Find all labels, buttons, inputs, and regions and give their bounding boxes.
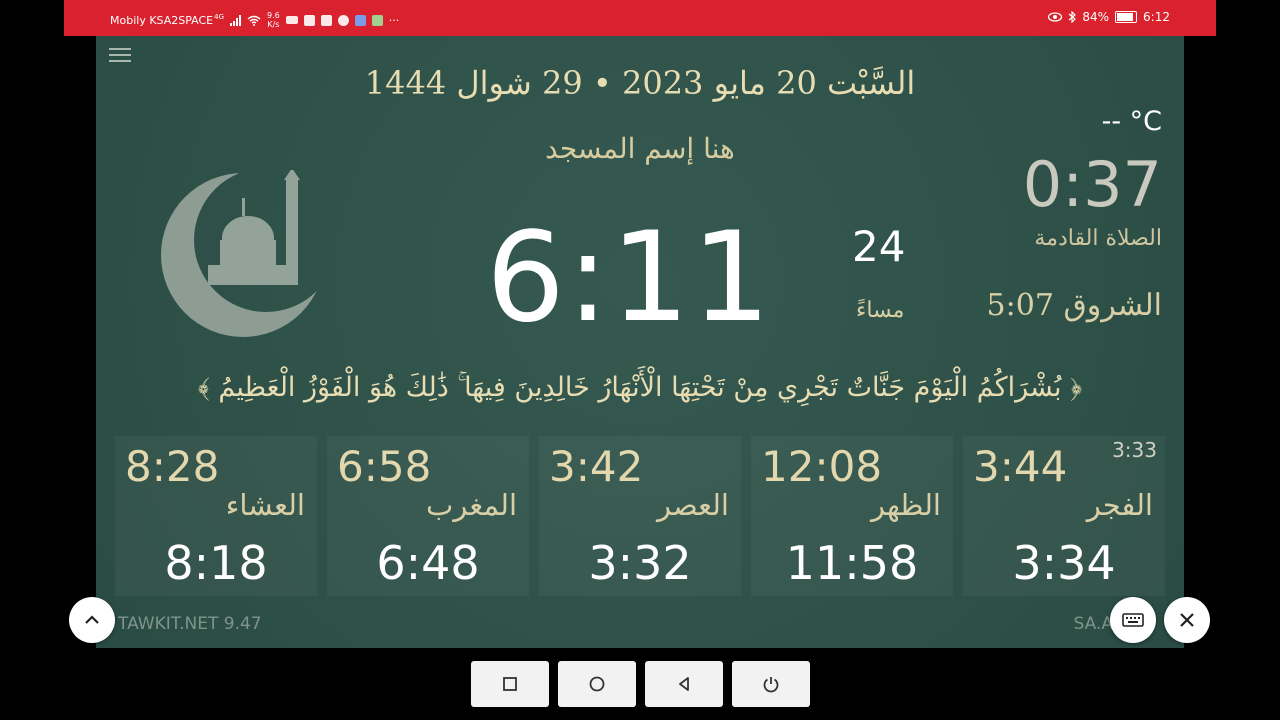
- status-bar: Mobily KSA2SPACE 4G 9.6 K/s ··· 84% 6:12: [64, 0, 1216, 36]
- mosque-name: هنا إسم المسجد: [545, 132, 735, 165]
- adhan-time: 3:42: [549, 442, 644, 491]
- wifi-icon: [247, 15, 261, 26]
- eye-icon: [1048, 12, 1063, 22]
- am-pm-label: مساءً: [856, 298, 905, 323]
- iqama-time: 8:18: [164, 536, 268, 590]
- current-time: 6:11: [486, 206, 773, 350]
- nav-back-button[interactable]: [645, 661, 723, 707]
- triangle-back-icon: [679, 677, 689, 691]
- nav-home-button[interactable]: [558, 661, 636, 707]
- status-left: Mobily KSA2SPACE 4G 9.6 K/s ···: [110, 11, 399, 29]
- prayer-times-screen: السَّبْت 20 مايو 2023 • 29 شوال 1444 -- …: [96, 36, 1184, 648]
- quran-verse: ﴿ بُشْرَاكُمُ الْيَوْمَ جَنَّاتٌ تَجْرِي…: [197, 372, 1083, 403]
- circle-icon: [589, 676, 605, 692]
- status-overflow: ···: [388, 13, 400, 27]
- prayer-card-dhuhr: 12:08 الظهر 11:58: [751, 436, 953, 596]
- shield-icon: [320, 14, 332, 26]
- prayer-name: العصر: [656, 488, 729, 522]
- battery-percent: 84%: [1082, 10, 1110, 24]
- prayer-card-maghrib: 6:58 المغرب 6:48: [327, 436, 529, 596]
- adhan-time: 12:08: [761, 442, 883, 491]
- power-icon: [763, 677, 779, 693]
- prayer-card-fajr: 3:44 3:33 الفجر 3:34: [963, 436, 1165, 596]
- video-camera-icon: [285, 16, 298, 24]
- date-line: السَّبْت 20 مايو 2023 • 29 شوال 1444: [364, 64, 916, 102]
- keyboard-button[interactable]: [1110, 597, 1156, 643]
- prayer-card-isha: 8:28 العشاء 8:18: [115, 436, 317, 596]
- prayer-name: المغرب: [426, 488, 517, 522]
- next-prayer-countdown: 0:37: [1022, 148, 1162, 221]
- app-blue-icon: [354, 14, 366, 26]
- adhan-time: 3:44: [973, 442, 1068, 491]
- phone-icon: [337, 14, 349, 26]
- current-seconds: 24: [852, 222, 906, 271]
- adhan-time: 6:58: [337, 442, 432, 491]
- signal-icon: [230, 14, 242, 26]
- check-badge-icon: [303, 14, 315, 26]
- network-type: 4G: [214, 13, 225, 21]
- keyboard-icon: [1122, 613, 1144, 627]
- app-version: TAWKIT.NET 9.47: [118, 614, 262, 634]
- battery-icon: [1115, 11, 1138, 23]
- adhan-time: 8:28: [125, 442, 220, 491]
- iqama-time: 3:32: [588, 536, 692, 590]
- carrier-label: Mobily KSA2SPACE: [110, 13, 214, 27]
- next-prayer-label: الصلاة القادمة: [1034, 226, 1162, 251]
- status-right: 84% 6:12: [1048, 10, 1170, 24]
- nav-recent-button[interactable]: [471, 661, 549, 707]
- fajr-extra-time: 3:33: [1112, 438, 1157, 462]
- nav-power-button[interactable]: [732, 661, 810, 707]
- hamburger-icon[interactable]: [109, 44, 131, 66]
- iqama-time: 6:48: [376, 536, 480, 590]
- prayer-name: العشاء: [225, 488, 305, 522]
- iqama-time: 3:34: [1012, 536, 1116, 590]
- app-green-icon: [371, 14, 383, 26]
- close-button[interactable]: [1164, 597, 1210, 643]
- prayer-times-row: 8:28 العشاء 8:18 6:58 المغرب 6:48 3:42 ا…: [115, 436, 1165, 596]
- status-time: 6:12: [1143, 10, 1170, 24]
- bluetooth-icon: [1068, 11, 1077, 23]
- crescent-mosque-logo: [161, 170, 325, 337]
- prayer-card-asr: 3:42 العصر 3:32: [539, 436, 741, 596]
- scroll-up-button[interactable]: [69, 597, 115, 643]
- square-icon: [503, 677, 517, 691]
- iqama-time: 11:58: [785, 536, 919, 590]
- sunrise-time: الشروق 5:07: [986, 288, 1162, 323]
- net-speed: 9.6 K/s: [267, 11, 280, 29]
- prayer-name: الظهر: [870, 488, 941, 522]
- chevron-up-icon: [85, 615, 99, 624]
- close-icon: [1180, 613, 1194, 627]
- prayer-name: الفجر: [1086, 488, 1153, 522]
